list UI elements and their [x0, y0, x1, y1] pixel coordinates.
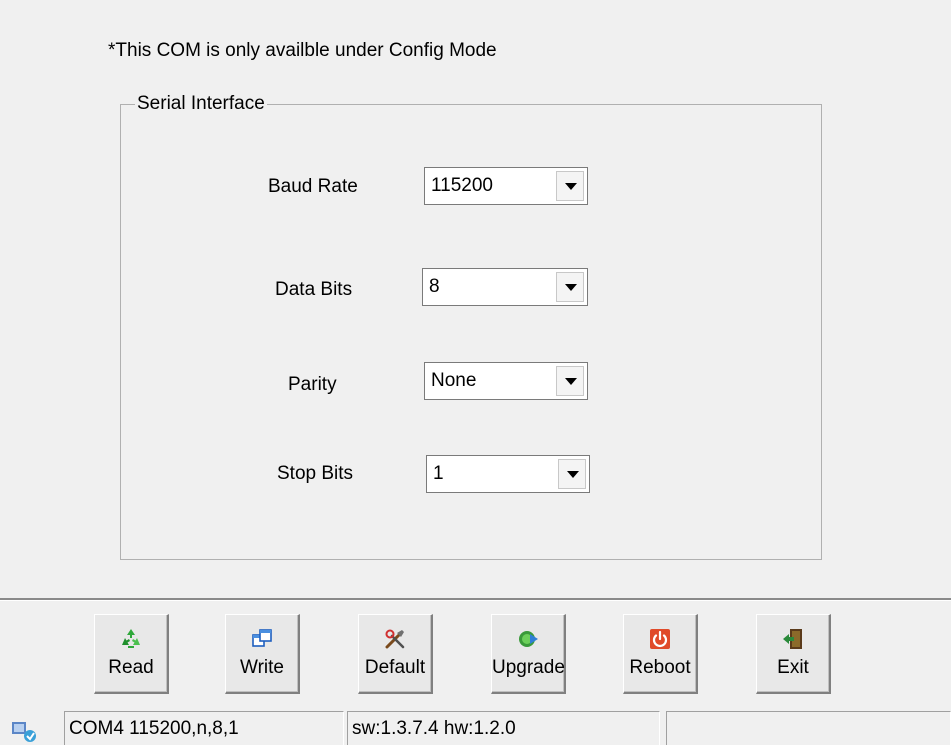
parity-dropdown-arrow-icon[interactable]: [556, 366, 584, 396]
toolbar-separator: [0, 598, 951, 601]
exit-button[interactable]: Exit: [756, 614, 831, 694]
reboot-button-label: Reboot: [629, 657, 691, 678]
write-button[interactable]: Write: [225, 614, 300, 694]
stop-bits-label: Stop Bits: [277, 463, 354, 484]
status-port: COM4 115200,n,8,1: [64, 711, 344, 745]
baud-rate-label: Baud Rate: [268, 176, 358, 197]
upgrade-button[interactable]: Upgrade: [491, 614, 566, 694]
upgrade-button-label: Upgrade: [492, 657, 565, 678]
serial-interface-title: Serial Interface: [135, 93, 267, 115]
upgrade-icon: [519, 631, 538, 647]
tools-icon: [385, 629, 405, 649]
default-button-label: Default: [364, 657, 426, 678]
default-button[interactable]: Default: [358, 614, 433, 694]
data-bits-label: Data Bits: [275, 279, 353, 300]
baud-rate-select[interactable]: 115200: [424, 167, 588, 205]
data-bits-dropdown-arrow-icon[interactable]: [556, 272, 584, 302]
exit-button-label: Exit: [777, 657, 809, 678]
write-button-label: Write: [240, 657, 284, 678]
config-mode-note: *This COM is only availble under Config …: [108, 40, 497, 61]
parity-label: Parity: [288, 374, 337, 395]
parity-value: None: [431, 370, 477, 391]
read-button[interactable]: Read: [94, 614, 169, 694]
baud-rate-dropdown-arrow-icon[interactable]: [556, 171, 584, 201]
data-bits-value: 8: [429, 276, 440, 297]
connection-status-icon: [12, 722, 36, 742]
data-bits-select[interactable]: 8: [422, 268, 588, 306]
status-version: sw:1.3.7.4 hw:1.2.0: [347, 711, 660, 745]
stop-bits-value: 1: [433, 463, 444, 484]
exit-door-icon: [783, 629, 802, 649]
power-icon: [650, 629, 670, 649]
reboot-button[interactable]: Reboot: [623, 614, 698, 694]
read-button-label: Read: [108, 657, 154, 678]
baud-rate-value: 115200: [431, 175, 493, 196]
copy-windows-icon: [252, 629, 272, 647]
recycle-icon: [122, 629, 140, 648]
status-extra: [666, 711, 951, 745]
stop-bits-dropdown-arrow-icon[interactable]: [558, 459, 586, 489]
parity-select[interactable]: None: [424, 362, 588, 400]
stop-bits-select[interactable]: 1: [426, 455, 590, 493]
